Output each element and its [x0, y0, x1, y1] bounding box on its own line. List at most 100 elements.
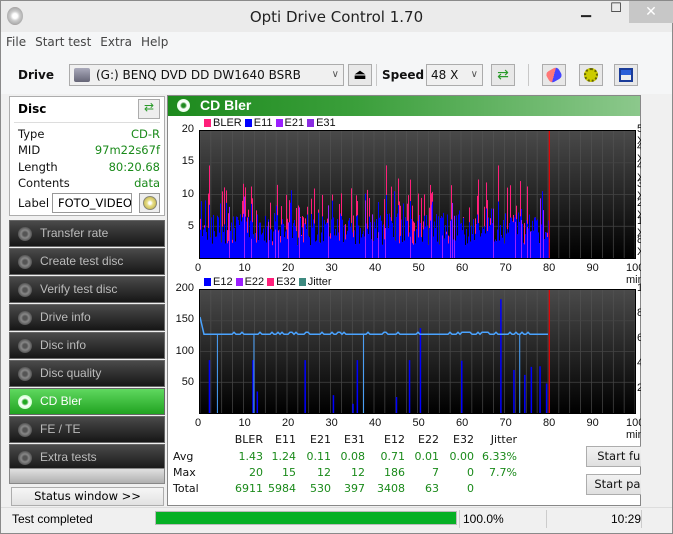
- e11-bar: [482, 227, 483, 258]
- disc-refresh-button[interactable]: ⇄: [138, 99, 160, 119]
- e21-bar: [299, 207, 300, 258]
- e11-bar: [386, 195, 387, 258]
- chevron-down-icon: ∨: [470, 69, 478, 80]
- nav-item-fe-te[interactable]: FE / TE: [9, 416, 165, 443]
- e21-bar: [275, 229, 276, 258]
- legend-swatch: [235, 278, 243, 286]
- e11-bar: [218, 217, 219, 258]
- e11-bar: [506, 233, 507, 258]
- nav-item-transfer-rate[interactable]: Transfer rate: [9, 220, 165, 247]
- disc-label-field[interactable]: FOTO_VIDEO_: [52, 193, 132, 213]
- maximize-button[interactable]: ☐: [601, 1, 631, 23]
- e11-bar: [495, 239, 496, 258]
- e11-bar: [292, 238, 293, 258]
- e12-bar: [500, 299, 502, 413]
- settings-button[interactable]: [579, 64, 603, 86]
- e11-bar: [512, 221, 513, 258]
- e11-bar: [302, 227, 303, 258]
- nav-item-extra-tests[interactable]: Extra tests: [9, 444, 165, 471]
- speed-select[interactable]: 48 X ∨: [426, 64, 483, 86]
- status-bar: Test completed 100.0% 10:29: [1, 507, 672, 533]
- e11-bar: [441, 216, 442, 258]
- e11-bar: [335, 228, 336, 258]
- stats-header: E32: [453, 433, 474, 446]
- e11-bar: [239, 225, 240, 258]
- e11-bar: [509, 223, 510, 258]
- e11-bar: [214, 231, 215, 258]
- stats-cell: 12: [351, 466, 365, 479]
- e21-bar: [378, 232, 379, 258]
- e11-bar: [227, 243, 228, 258]
- nav-item-create-test-disc[interactable]: Create test disc: [9, 248, 165, 275]
- e21-bar: [244, 196, 245, 258]
- e11-bar: [361, 237, 362, 258]
- legend-swatch: [244, 119, 252, 127]
- e11-bar: [341, 216, 342, 258]
- e11-bar: [474, 240, 475, 258]
- e12-bar: [539, 366, 541, 413]
- e12-bar: [513, 369, 515, 413]
- e11-bar: [262, 232, 263, 258]
- nav-item-cd-bler[interactable]: CD Bler: [9, 388, 165, 415]
- e11-bar: [383, 224, 384, 258]
- e11-bar: [284, 237, 285, 258]
- eject-button[interactable]: ⏏: [348, 64, 372, 86]
- save-button[interactable]: [614, 64, 638, 86]
- e11-bar: [272, 245, 273, 258]
- e21-bar: [288, 222, 289, 258]
- nav-item-drive-info[interactable]: Drive info: [9, 304, 165, 331]
- disc-heading: Disc: [18, 102, 47, 116]
- menu-extra[interactable]: Extra: [95, 32, 136, 49]
- e11-bar: [545, 232, 546, 258]
- e11-bar: [238, 220, 239, 258]
- e11-bar: [300, 217, 301, 258]
- e11-bar: [298, 237, 299, 258]
- e11-bar: [377, 237, 378, 258]
- chevron-down-icon: ∨: [331, 69, 339, 80]
- e11-bar: [499, 240, 500, 258]
- disc-label-button[interactable]: [139, 193, 160, 213]
- e11-bar: [432, 201, 433, 258]
- x-tick-label: 20: [282, 262, 295, 274]
- status-window-button[interactable]: Status window >>: [11, 487, 164, 506]
- e11-bar: [536, 220, 537, 258]
- erase-button[interactable]: [542, 64, 566, 86]
- nav-item-disc-info[interactable]: Disc info: [9, 332, 165, 359]
- e11-bar: [477, 214, 478, 258]
- legend-swatch: [307, 119, 315, 127]
- menu-start-test[interactable]: Start test: [30, 32, 95, 49]
- speed-label: Speed: [382, 68, 425, 82]
- nav-label: CD Bler: [40, 394, 83, 408]
- e11-bar: [419, 215, 420, 258]
- nav-item-disc-quality[interactable]: Disc quality: [9, 360, 165, 387]
- e11-bar: [464, 234, 465, 258]
- menu-file[interactable]: File: [1, 32, 30, 49]
- refresh-speed-button[interactable]: ⇄: [491, 64, 515, 86]
- minimize-button[interactable]: ▁: [571, 3, 601, 25]
- x-tick-label: 40: [369, 262, 382, 274]
- menu-help[interactable]: Help: [136, 32, 172, 49]
- e11-bar: [306, 229, 307, 258]
- e11-bar: [411, 219, 412, 258]
- drive-select[interactable]: (G:) BENQ DVD DD DW1640 BSRB ∨: [69, 64, 344, 86]
- y-tick-label: 15: [181, 155, 194, 168]
- close-button[interactable]: ✕: [629, 1, 673, 23]
- e11-bar: [353, 237, 354, 258]
- e11-bar: [240, 214, 241, 258]
- e21-bar: [543, 210, 544, 258]
- e11-bar: [481, 233, 482, 258]
- e11-bar: [202, 236, 203, 258]
- stats-cell: 0.00: [449, 450, 475, 463]
- disc-nav-icon: [18, 367, 32, 381]
- e11-bar: [529, 214, 530, 258]
- e11-bar: [234, 228, 235, 258]
- e11-bar: [517, 234, 518, 258]
- disc-row-mid: MID 97m22s67f: [18, 143, 160, 157]
- nav-item-verify-test-disc[interactable]: Verify test disc: [9, 276, 165, 303]
- e11-bar: [547, 236, 548, 258]
- disc-nav-icon: [18, 423, 32, 437]
- e11-bar: [215, 236, 216, 258]
- e11-bar: [237, 217, 238, 258]
- disc-info-panel: Disc ⇄ Type CD-R MID 97m22s67f Length 80:20…: [9, 96, 165, 216]
- y-tick-label: 100: [175, 344, 194, 357]
